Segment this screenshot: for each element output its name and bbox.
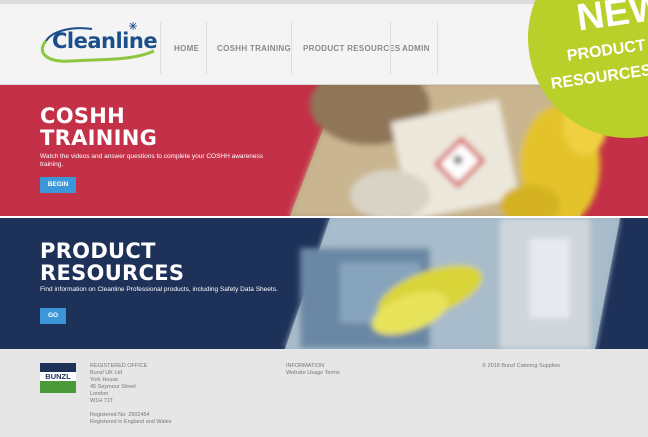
product-title-line2: RESOURCES — [40, 261, 185, 285]
bunzl-logo: BUNZL — [40, 363, 76, 393]
go-button[interactable]: GO — [40, 308, 66, 324]
page: Cleanline HOME COSHH TRAINING PRODUCT RE… — [0, 0, 648, 437]
product-title: PRODUCT RESOURCES — [40, 240, 184, 284]
coshh-title-line2: TRAINING — [40, 126, 158, 150]
coshh-description: Watch the videos and answer questions to… — [40, 153, 264, 168]
product-title-line1: PRODUCT — [40, 239, 156, 263]
registered-place: Registered in England and Wales — [90, 419, 172, 425]
nav-home[interactable]: HOME — [174, 44, 199, 53]
bunzl-logo-text: BUNZL — [45, 372, 71, 381]
nav-admin[interactable]: ADMIN — [402, 44, 430, 53]
site-footer: BUNZL REGISTERED OFFICE Bunzl UK Ltd Yor… — [0, 349, 648, 437]
office-line: W1H 7JT — [90, 398, 113, 404]
nav-divider — [291, 22, 292, 74]
registered-number: Registered No: 2902454 — [90, 412, 150, 418]
information-section: INFORMATION Website Usage Terms — [286, 363, 340, 377]
nav-divider — [160, 22, 161, 74]
badge-new-label: NEW — [574, 0, 648, 40]
badge-product-label: PRODUCT — [566, 36, 647, 65]
nav-coshh-training[interactable]: COSHH TRAINING — [217, 44, 291, 53]
nav-divider — [437, 22, 438, 74]
coshh-training-banner: COSHH TRAINING Watch the videos and answ… — [0, 85, 648, 216]
registered-office-heading: REGISTERED OFFICE — [90, 363, 148, 369]
information-heading: INFORMATION — [286, 363, 325, 369]
product-description: Find information on Cleanline Profession… — [40, 286, 278, 293]
nav-divider — [206, 22, 207, 74]
nav-product-resources[interactable]: PRODUCT RESOURCES — [303, 44, 401, 53]
cleanline-logo[interactable]: Cleanline — [32, 21, 160, 71]
coshh-title-line1: COSHH — [40, 104, 126, 128]
office-line: Bunzl UK Ltd — [90, 370, 123, 376]
office-line: London — [90, 391, 109, 397]
office-line: York House — [90, 377, 119, 383]
product-photo — [285, 218, 620, 349]
registered-office: REGISTERED OFFICE Bunzl UK Ltd York Hous… — [90, 363, 171, 426]
office-line: 45 Seymour Street — [90, 384, 136, 390]
logo-text: Cleanline — [52, 29, 158, 53]
product-resources-banner: PRODUCT RESOURCES Find information on Cl… — [0, 218, 648, 349]
badge-resources-label: RESOURCES — [550, 61, 648, 93]
coshh-title: COSHH TRAINING — [40, 105, 157, 149]
website-usage-terms-link[interactable]: Website Usage Terms — [286, 370, 340, 377]
copyright: © 2018 Bunzl Catering Supplies — [482, 363, 561, 369]
begin-button[interactable]: BEGIN — [40, 177, 76, 193]
nav-divider — [390, 22, 391, 74]
